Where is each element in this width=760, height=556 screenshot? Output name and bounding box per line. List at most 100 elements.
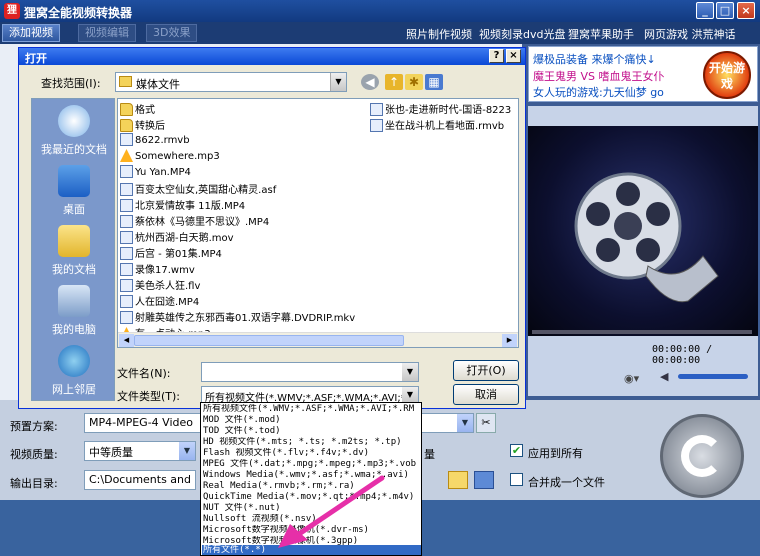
chevron-down-icon: ▼	[402, 387, 418, 403]
file-item[interactable]: 百变太空仙女,英国甜心精灵.asf	[120, 181, 276, 196]
merge-label: 合并成一个文件	[528, 476, 605, 489]
open-folder-icon[interactable]	[474, 471, 494, 489]
file-item[interactable]: 杭州西湖-白天鹅.mov	[120, 229, 234, 244]
file-item[interactable]: 射雕英雄传之东邪西毒01.双语字幕.DVDRIP.mkv	[120, 309, 355, 324]
file-item[interactable]: Yu Yan.MP4	[120, 165, 191, 180]
file-item[interactable]: 张也-走进新时代-国语-8223	[370, 101, 518, 116]
file-name: Somewhere.mp3	[135, 151, 220, 162]
lookin-value: 媒体文件	[136, 78, 180, 91]
filename-input[interactable]: ▼	[201, 362, 419, 382]
filetype-label: 文件类型(T):	[117, 390, 181, 403]
file-name: 张也-走进新时代-国语-8223	[385, 105, 512, 116]
link-web-game[interactable]: 网页游戏 洪荒神话	[644, 26, 736, 42]
place-my-computer[interactable]: 我的电脑	[32, 279, 116, 339]
output-label: 输出目录:	[10, 477, 58, 490]
folder-browse-icon[interactable]	[448, 471, 468, 489]
up-folder-icon[interactable]: ↑	[385, 74, 403, 90]
file-name: 人在囧途.MP4	[135, 297, 200, 308]
scroll-left-icon[interactable]: ◀	[119, 334, 134, 347]
merge-checkbox[interactable]	[510, 473, 523, 486]
tab-video-edit[interactable]: 视频编辑	[78, 24, 136, 42]
volume-slider[interactable]	[678, 374, 748, 379]
folder-icon	[120, 119, 133, 132]
place-my-documents[interactable]: 我的文档	[32, 219, 116, 279]
filetype-option[interactable]: Flash 视频文件(*.flv;*.f4v;*.dv)	[202, 448, 421, 459]
preview-progress-bar[interactable]	[532, 330, 752, 334]
ad-banner[interactable]: 爆极品装备 来爆个痛快↓ 魔王鬼男 VS 嗜血鬼王女仆 女人玩的游戏:九天仙梦 …	[528, 46, 758, 102]
ad-line[interactable]: 魔王鬼男 VS 嗜血鬼王女仆	[533, 68, 665, 84]
file-list[interactable]: 格式 转换后 8622.rmvb Somewhere.mp3 Yu Yan.MP…	[117, 98, 519, 348]
tab-3d-effect[interactable]: 3D效果	[146, 24, 198, 42]
open-button[interactable]: 打开(O)	[453, 360, 519, 381]
file-item-folder[interactable]: 格式	[120, 101, 155, 116]
quality-select[interactable]: 中等质量 ▼	[84, 441, 196, 461]
file-item[interactable]: 后宫 - 第01集.MP4	[120, 245, 222, 260]
scroll-thumb[interactable]	[134, 335, 404, 346]
back-icon[interactable]: ◀	[361, 74, 379, 90]
help-button[interactable]: ?	[489, 49, 504, 63]
ad-line[interactable]: 爆极品装备 来爆个痛快↓	[533, 51, 656, 67]
file-item-folder[interactable]: 转换后	[120, 117, 165, 132]
file-item[interactable]: 录像17.wmv	[120, 261, 195, 276]
app-title: 狸窝全能视频转换器	[24, 6, 133, 20]
file-item[interactable]: 8622.rmvb	[120, 133, 190, 148]
link-photo-video[interactable]: 照片制作视频	[406, 26, 472, 42]
place-label: 我最近的文档	[41, 143, 107, 156]
file-item[interactable]: 坐在战斗机上看地面.rmvb	[370, 117, 504, 132]
filetype-option[interactable]: MPEG 文件(*.dat;*.mpg;*.mpeg;*.mp3;*.vob	[202, 459, 421, 470]
tab-add-video[interactable]: 添加视频	[2, 24, 60, 42]
video-file-icon	[120, 263, 133, 276]
convert-button[interactable]	[660, 414, 744, 498]
scroll-right-icon[interactable]: ▶	[502, 334, 517, 347]
view-menu-icon[interactable]: ▦	[425, 74, 443, 90]
filetype-option[interactable]: QuickTime Media(*.mov;*.qt;*.mp4;*.m4v)	[202, 492, 421, 503]
cancel-button[interactable]: 取消	[453, 384, 519, 405]
file-name: 百变太空仙女,英国甜心精灵.asf	[135, 185, 277, 196]
place-network[interactable]: 网上邻居	[32, 339, 116, 399]
new-folder-icon[interactable]: ✱	[405, 74, 423, 90]
filetype-option[interactable]: Windows Media(*.wmv;*.asf;*.wma;*.avi)	[202, 470, 421, 481]
settings-tool-icon[interactable]: ✂	[476, 413, 496, 433]
place-recent[interactable]: 我最近的文档	[32, 99, 116, 159]
filetype-option[interactable]: TOD 文件(*.tod)	[202, 426, 421, 437]
maximize-button[interactable]: □	[716, 2, 734, 19]
filetype-option[interactable]: NUT 文件(*.nut)	[202, 503, 421, 514]
minimize-button[interactable]: _	[696, 2, 714, 19]
apply-all-label: 应用到所有	[528, 447, 583, 460]
horizontal-scrollbar[interactable]: ◀ ▶	[118, 332, 518, 347]
filetype-dropdown-list[interactable]: 所有视频文件(*.WMV;*.ASF;*.WMA;*.AVI;*.RM MOD …	[200, 402, 422, 556]
dialog-close-button[interactable]: ×	[506, 49, 521, 63]
output-path-field[interactable]: C:\Documents and Set	[84, 470, 196, 490]
volume-icon[interactable]: ◀	[660, 370, 668, 383]
close-button[interactable]: ×	[737, 2, 755, 19]
chevron-down-icon: ▼	[457, 414, 473, 432]
video-file-icon	[120, 199, 133, 212]
camera-icon[interactable]: ◉▾	[624, 372, 639, 385]
filetype-option[interactable]: 所有视频文件(*.WMV;*.ASF;*.WMA;*.AVI;*.RM	[202, 404, 421, 415]
link-dvd-burn[interactable]: 视频刻录dvd光盘	[479, 26, 565, 42]
lookin-select[interactable]: 媒体文件 ▼	[115, 72, 347, 92]
filetype-option-selected[interactable]: 所有文件(*.*)	[202, 545, 421, 555]
file-item[interactable]: Somewhere.mp3	[120, 149, 220, 164]
place-label: 桌面	[63, 203, 85, 216]
place-label: 我的文档	[52, 263, 96, 276]
quality-label: 视频质量:	[10, 448, 58, 461]
place-desktop[interactable]: 桌面	[32, 159, 116, 219]
file-name: 射雕英雄传之东邪西毒01.双语字幕.DVDRIP.mkv	[135, 313, 356, 324]
app-titlebar: 狸 狸窝全能视频转换器 _ □ ×	[0, 0, 760, 22]
filetype-option[interactable]: MOD 文件(*.mod)	[202, 415, 421, 426]
filetype-option[interactable]: Microsoft数字视频录像机(*.dvr-ms)	[202, 525, 421, 536]
file-item[interactable]: 美色杀人狂.flv	[120, 277, 200, 292]
file-item[interactable]: 蔡依林《马德里不思议》.MP4	[120, 213, 269, 228]
start-game-badge[interactable]: 开始游戏	[703, 51, 751, 99]
file-name: 坐在战斗机上看地面.rmvb	[385, 121, 505, 132]
file-item[interactable]: 北京爱情故事 11版.MP4	[120, 197, 245, 212]
link-apple-helper[interactable]: 狸窝苹果助手	[568, 26, 634, 42]
file-item[interactable]: 人在囧途.MP4	[120, 293, 199, 308]
apply-all-checkbox[interactable]: ✔	[510, 444, 523, 457]
filetype-option[interactable]: Nullsoft 流视频(*.nsv)	[202, 514, 421, 525]
audio-file-icon	[120, 149, 133, 162]
filetype-option[interactable]: HD 视频文件(*.mts; *.ts; *.m2ts; *.tp)	[202, 437, 421, 448]
ad-line[interactable]: 女人玩的游戏:九天仙梦 go	[533, 84, 664, 100]
filetype-option[interactable]: Real Media(*.rmvb;*.rm;*.ra)	[202, 481, 421, 492]
